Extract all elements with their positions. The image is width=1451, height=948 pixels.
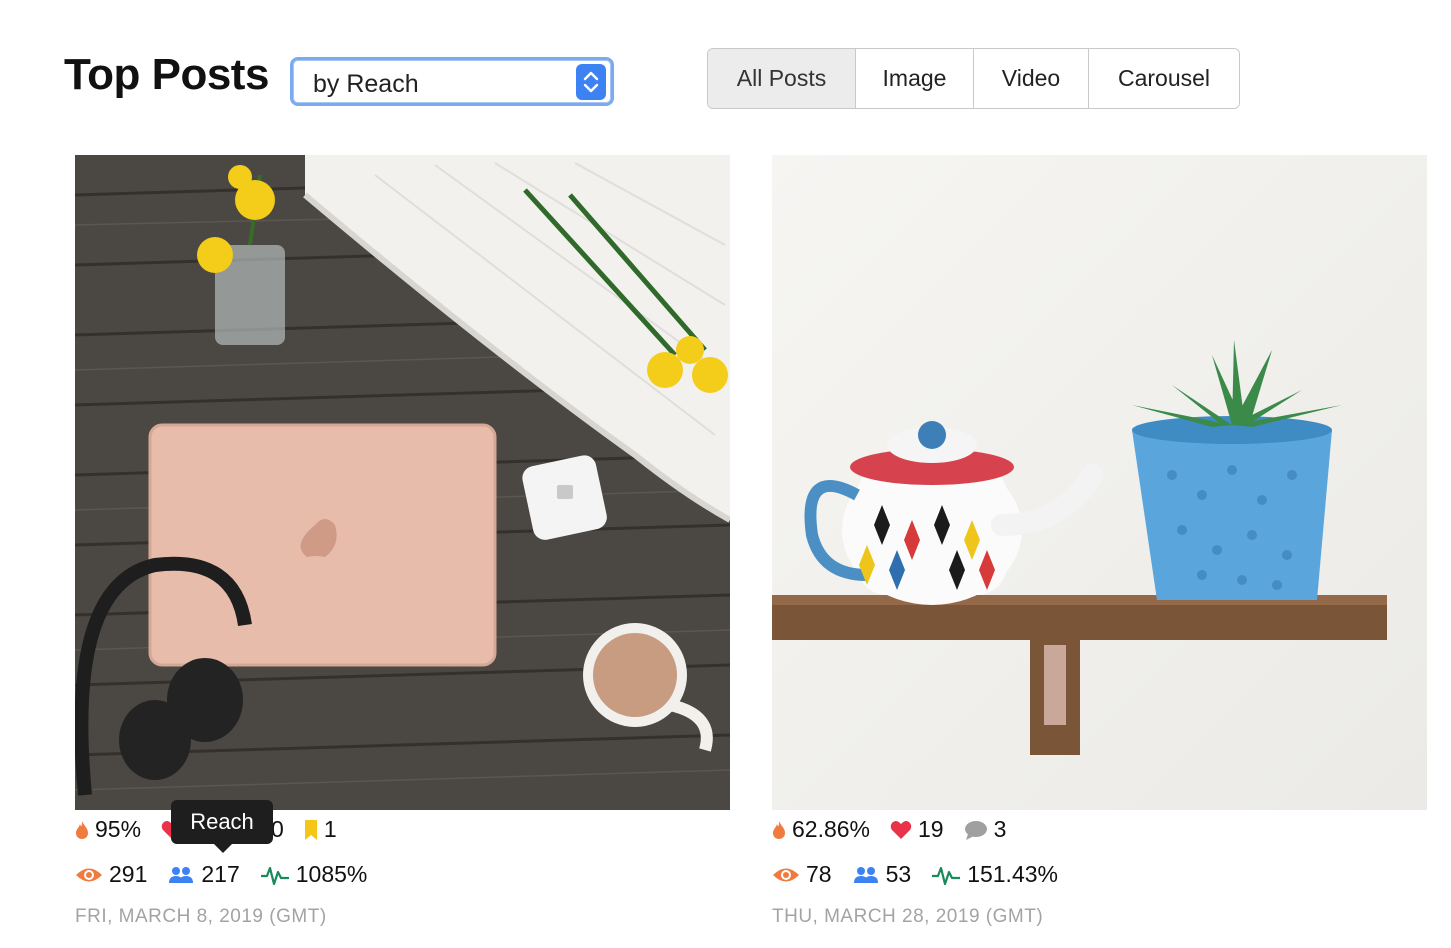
likes-value: 19 (918, 816, 944, 842)
tab-video[interactable]: Video (974, 49, 1089, 108)
saves-stat: 1 (304, 816, 337, 843)
tab-image[interactable]: Image (856, 49, 974, 108)
comments-value: 3 (993, 816, 1007, 842)
tooltip-arrow (214, 844, 232, 853)
comment-icon (964, 820, 987, 840)
impressions-stat: 78 (772, 861, 832, 888)
post-type-filter: All Posts Image Video Carousel (707, 48, 1240, 109)
post-2-date: THU, MARCH 28, 2019 (GMT) (772, 906, 1044, 927)
flame-icon (773, 820, 785, 839)
growth-stat: 151.43% (931, 861, 1058, 888)
post-2-stats-row-2: 78 53 151.43% (772, 861, 1078, 888)
select-arrows-icon (576, 64, 606, 100)
flame-icon (76, 820, 88, 839)
tooltip-label: Reach (190, 809, 254, 834)
pulse-icon (260, 866, 289, 885)
growth-stat: 1085% (260, 861, 368, 888)
reach-stat[interactable]: 53 (852, 861, 912, 888)
post-2-stats-row-1: 62.86% 19 3 (772, 816, 1026, 843)
impressions-stat: 291 (75, 861, 147, 888)
likes-stat: 19 (890, 816, 944, 843)
people-icon (853, 866, 878, 883)
pulse-icon (932, 866, 961, 885)
laptop-flatlay-photo (75, 155, 730, 810)
reach-value: 53 (885, 861, 912, 887)
bookmark-icon (304, 819, 317, 840)
comments-stat: 3 (964, 816, 1007, 843)
reach-stat[interactable]: 217 (167, 861, 240, 888)
heart-icon (890, 820, 912, 839)
impressions-value: 78 (806, 861, 832, 887)
post-photo-1[interactable] (75, 155, 730, 810)
engagement-value: 95% (95, 816, 142, 842)
page-title: Top Posts (64, 50, 269, 99)
tab-all-posts[interactable]: All Posts (708, 49, 856, 108)
engagement-stat: 95% (75, 816, 141, 843)
growth-value: 1085% (295, 861, 368, 887)
saves-value: 1 (323, 816, 337, 842)
post-1-date: FRI, MARCH 8, 2019 (GMT) (75, 906, 327, 927)
people-icon (169, 866, 194, 883)
post-photo-2[interactable] (772, 155, 1427, 810)
post-1-stats-row-2: 291 217 1085% (75, 861, 387, 888)
tab-carousel[interactable]: Carousel (1089, 49, 1239, 108)
reach-tooltip: Reach (171, 800, 273, 853)
eye-icon (76, 868, 102, 881)
reach-value: 217 (201, 861, 240, 887)
sort-select-value: by Reach (313, 70, 419, 98)
sort-select[interactable]: by Reach (290, 57, 614, 106)
engagement-value: 62.86% (792, 816, 871, 842)
eye-icon (773, 868, 799, 881)
growth-value: 151.43% (967, 861, 1058, 887)
teapot-shelf-photo (772, 155, 1427, 810)
engagement-stat: 62.86% (772, 816, 870, 843)
impressions-value: 291 (109, 861, 148, 887)
